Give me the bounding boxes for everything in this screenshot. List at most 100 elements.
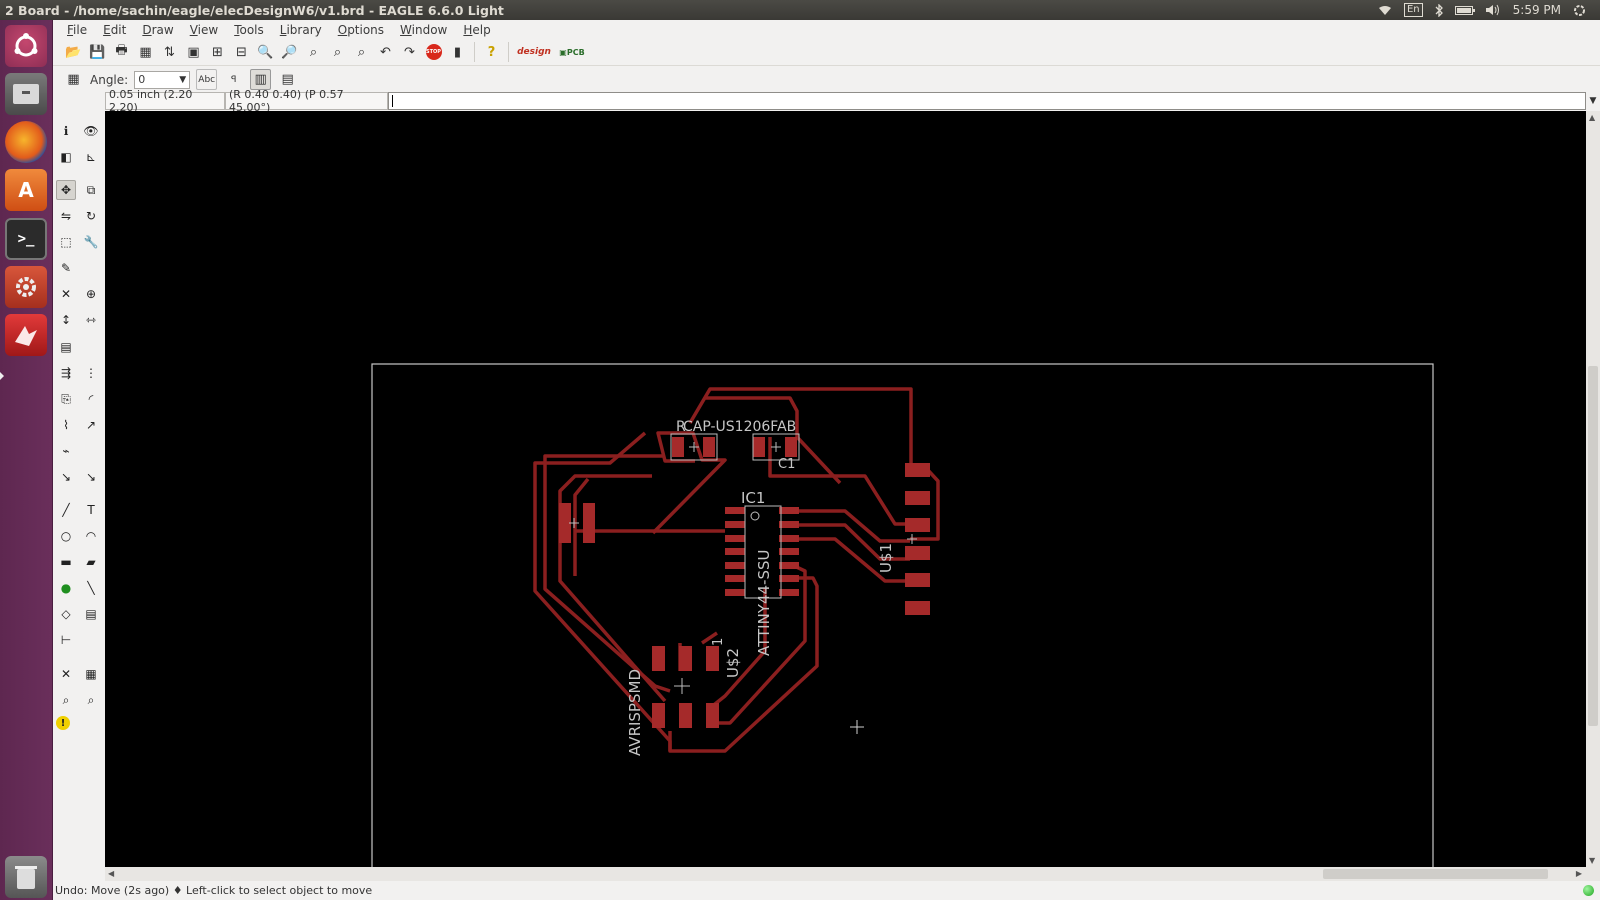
vertical-scrollbar[interactable]: ▲ ▼ (1586, 111, 1600, 867)
display-layers-icon[interactable]: ◧ (56, 147, 76, 167)
layer-view-icon[interactable]: ▥ (250, 69, 272, 90)
zoom-redraw-icon[interactable]: ⌕ (303, 42, 324, 63)
dash-home-icon[interactable] (5, 25, 47, 67)
text-icon[interactable]: T (81, 500, 101, 520)
run-ulp-icon[interactable]: ⊞ (207, 42, 228, 63)
scroll-right-icon[interactable]: ▶ (1576, 869, 1582, 878)
group-icon[interactable]: ⬚ (56, 232, 76, 252)
vertical-scroll-thumb[interactable] (1588, 366, 1598, 726)
print-icon[interactable]: 🖶 (111, 42, 132, 63)
horizontal-scroll-thumb[interactable] (1323, 869, 1548, 879)
power-gear-icon[interactable] (1573, 4, 1586, 17)
dimension-icon[interactable]: ⊢ (56, 630, 76, 650)
route-icon[interactable]: ⌇ (56, 415, 76, 435)
redo-icon[interactable]: ↷ (399, 42, 420, 63)
zoom-in-icon[interactable]: 🔍 (255, 42, 276, 63)
bluetooth-icon[interactable] (1435, 3, 1443, 17)
ratsnest-icon[interactable]: ✕ (56, 664, 76, 684)
trash-icon[interactable] (5, 856, 47, 898)
drc-icon[interactable]: ⌕ (56, 690, 76, 710)
mirror-icon[interactable]: ꟼ (223, 69, 244, 90)
script-icon[interactable]: ▣ (183, 42, 204, 63)
attribute-icon[interactable]: ▤ (81, 604, 101, 624)
mirror-tool-icon[interactable]: ⇋ (56, 206, 76, 226)
autoroute-icon[interactable]: ↘ (81, 467, 101, 487)
show-icon[interactable]: 👁 (81, 121, 101, 141)
menu-window[interactable]: Window (392, 23, 455, 37)
angle-select[interactable]: 0 ▼ (134, 70, 191, 89)
menu-draw[interactable]: Draw (134, 23, 181, 37)
replace-icon[interactable]: ⎘ (56, 389, 76, 409)
wire-icon[interactable]: ↘ (56, 467, 76, 487)
menu-options[interactable]: Options (330, 23, 392, 37)
zoom-fit-icon[interactable]: ⊟ (231, 42, 252, 63)
command-input[interactable] (388, 92, 1586, 110)
errors-icon[interactable]: ⌕ (81, 690, 101, 710)
menu-library[interactable]: Library (272, 23, 330, 37)
pcb-quote-icon[interactable]: ▣PCB (556, 42, 588, 63)
line-icon[interactable]: ╱ (56, 500, 76, 520)
miter-icon[interactable]: ◜ (81, 389, 101, 409)
info-icon[interactable]: ℹ (56, 121, 76, 141)
software-center-icon[interactable]: A (5, 169, 47, 211)
go-icon[interactable]: ▮ (447, 42, 468, 63)
menu-help[interactable]: Help (455, 23, 498, 37)
change-icon[interactable]: 🔧 (81, 232, 101, 252)
polygon-icon[interactable]: ▰ (81, 552, 101, 572)
wifi-icon[interactable] (1378, 5, 1392, 16)
add-icon[interactable]: ⊕ (81, 284, 101, 304)
menu-edit[interactable]: Edit (95, 23, 134, 37)
optimize-icon[interactable]: ⋮ (81, 363, 101, 383)
menu-file[interactable]: File (59, 23, 95, 37)
meander-icon[interactable]: ⌁ (56, 441, 76, 461)
spin-icon[interactable]: Abc (196, 69, 218, 90)
horizontal-scrollbar[interactable]: ◀ ▶ (105, 867, 1600, 881)
ripup-icon[interactable]: ↗ (81, 415, 101, 435)
volume-icon[interactable] (1485, 4, 1501, 16)
cam-processor-icon[interactable]: ▦ (135, 42, 156, 63)
save-icon[interactable]: 💾 (87, 42, 108, 63)
via-icon[interactable]: ● (56, 578, 76, 598)
hole-icon[interactable]: ◇ (56, 604, 76, 624)
paste-icon[interactable]: ✎ (56, 258, 76, 278)
command-history-dropdown-icon[interactable]: ▼ (1586, 92, 1600, 110)
delete-icon[interactable]: ✕ (56, 284, 76, 304)
split-icon[interactable]: ⇶ (56, 363, 76, 383)
open-icon[interactable]: 📂 (63, 42, 84, 63)
files-icon[interactable] (5, 73, 47, 115)
scroll-down-icon[interactable]: ▼ (1589, 856, 1595, 865)
menu-view[interactable]: View (182, 23, 226, 37)
board-canvas[interactable]: R CAP-US1206FAB C1 IC1 ATTINY44-SSU U$1 … (105, 111, 1586, 867)
rotate-icon[interactable]: ↻ (81, 206, 101, 226)
autorouter-icon[interactable]: ▦ (81, 664, 101, 684)
board-drawing[interactable]: R CAP-US1206FAB C1 IC1 ATTINY44-SSU U$1 … (105, 111, 1586, 867)
signal-icon[interactable]: ╲ (81, 578, 101, 598)
help-icon[interactable]: ? (481, 42, 502, 63)
scroll-up-icon[interactable]: ▲ (1589, 113, 1595, 122)
circle-icon[interactable]: ○ (56, 526, 76, 546)
arc-icon[interactable]: ◠ (81, 526, 101, 546)
zoom-area-icon[interactable]: ⌕ (327, 42, 348, 63)
smash-icon[interactable]: ▤ (56, 337, 76, 357)
firefox-icon[interactable] (5, 121, 47, 163)
keyboard-layout-indicator[interactable]: En (1403, 3, 1423, 17)
switch-schematic-icon[interactable]: ⇅ (159, 42, 180, 63)
copy-icon[interactable]: ⧉ (81, 180, 101, 200)
scroll-left-icon[interactable]: ◀ (108, 869, 114, 878)
stop-icon[interactable]: STOP (423, 42, 444, 63)
erc-warning-icon[interactable]: ! (56, 716, 70, 730)
rect-icon[interactable]: ▬ (56, 552, 76, 572)
system-settings-icon[interactable] (5, 266, 47, 308)
mark-icon[interactable]: ⊾ (81, 147, 101, 167)
zoom-select-icon[interactable]: ⌕ (351, 42, 372, 63)
name-icon[interactable]: ↕ (56, 310, 76, 330)
design-link-icon[interactable]: design (515, 42, 553, 63)
grid-icon[interactable]: ▦ (63, 69, 84, 90)
layer-split-icon[interactable]: ▤ (277, 69, 298, 90)
terminal-icon[interactable]: >_ (5, 218, 47, 260)
value-icon[interactable]: ⇿ (81, 310, 101, 330)
undo-icon[interactable]: ↶ (375, 42, 396, 63)
clock[interactable]: 5:59 PM (1513, 3, 1561, 17)
move-icon[interactable]: ✥ (56, 180, 76, 200)
zoom-out-icon[interactable]: 🔎 (279, 42, 300, 63)
